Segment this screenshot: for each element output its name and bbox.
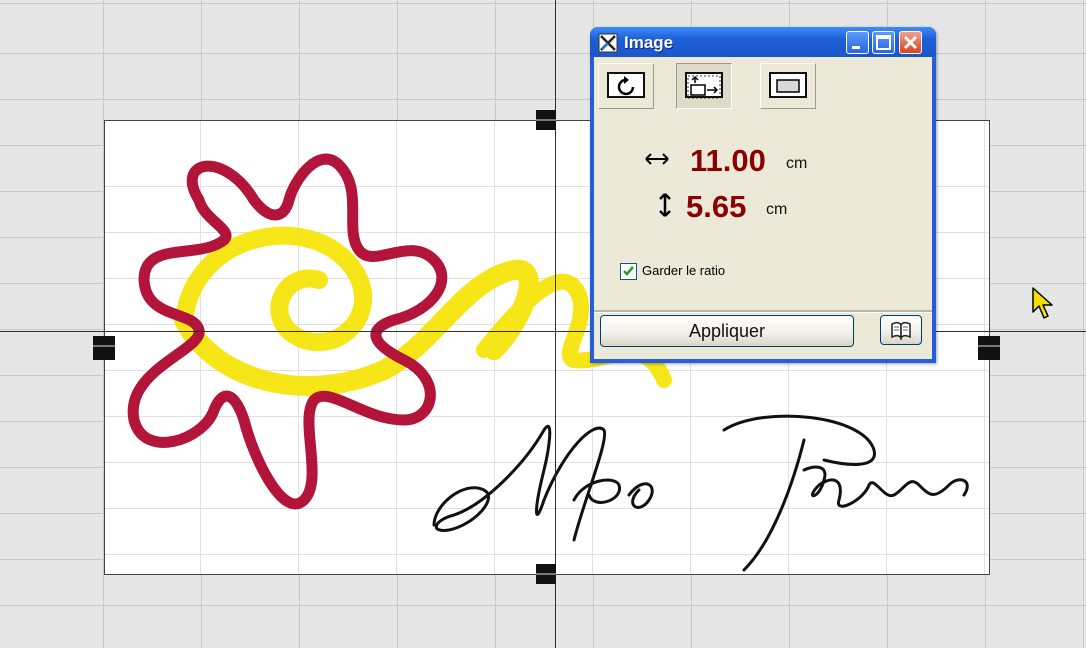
divider bbox=[594, 310, 932, 313]
minimize-icon bbox=[852, 46, 860, 49]
checkmark-icon bbox=[623, 266, 634, 276]
tab-rotate[interactable] bbox=[598, 63, 654, 109]
close-icon bbox=[903, 35, 918, 50]
dialog-title: Image bbox=[624, 33, 674, 52]
resize-handle-bottom[interactable] bbox=[536, 564, 556, 584]
maximize-button[interactable] bbox=[872, 31, 895, 54]
vertical-arrow-icon bbox=[659, 193, 671, 217]
horizontal-arrow-icon bbox=[645, 153, 669, 165]
tab-crop[interactable] bbox=[760, 63, 816, 109]
resize-handle-right[interactable] bbox=[978, 336, 1000, 360]
dialog-title-bar[interactable]: Image bbox=[590, 27, 936, 57]
help-button[interactable] bbox=[880, 315, 922, 345]
resize-handle-left[interactable] bbox=[93, 336, 115, 360]
rotate-icon bbox=[617, 76, 635, 96]
image-dialog: Image 11.00 cm 5.65 cm Garder le ratio A… bbox=[590, 27, 936, 363]
dialog-body: 11.00 cm 5.65 cm Garder le ratio Appliqu… bbox=[594, 57, 932, 359]
vertical-guide-line[interactable] bbox=[555, 0, 556, 648]
height-value[interactable]: 5.65 bbox=[686, 189, 746, 225]
resize-handle-top[interactable] bbox=[536, 110, 556, 130]
width-value[interactable]: 11.00 bbox=[690, 143, 766, 179]
frame-icon bbox=[776, 79, 800, 93]
mouse-pointer-icon bbox=[1032, 287, 1053, 319]
keep-ratio-label[interactable]: Garder le ratio bbox=[642, 263, 725, 278]
apply-button[interactable]: Appliquer bbox=[600, 315, 854, 347]
width-unit: cm bbox=[786, 155, 808, 172]
resize-icon bbox=[687, 75, 721, 99]
close-button[interactable] bbox=[899, 31, 922, 54]
minimize-button[interactable] bbox=[846, 31, 869, 54]
keep-ratio-checkbox[interactable] bbox=[620, 263, 637, 280]
image-tool-icon bbox=[598, 33, 618, 53]
height-unit: cm bbox=[766, 201, 788, 218]
maximize-icon bbox=[876, 35, 891, 50]
book-icon bbox=[891, 321, 911, 340]
tab-resize[interactable] bbox=[676, 63, 732, 109]
